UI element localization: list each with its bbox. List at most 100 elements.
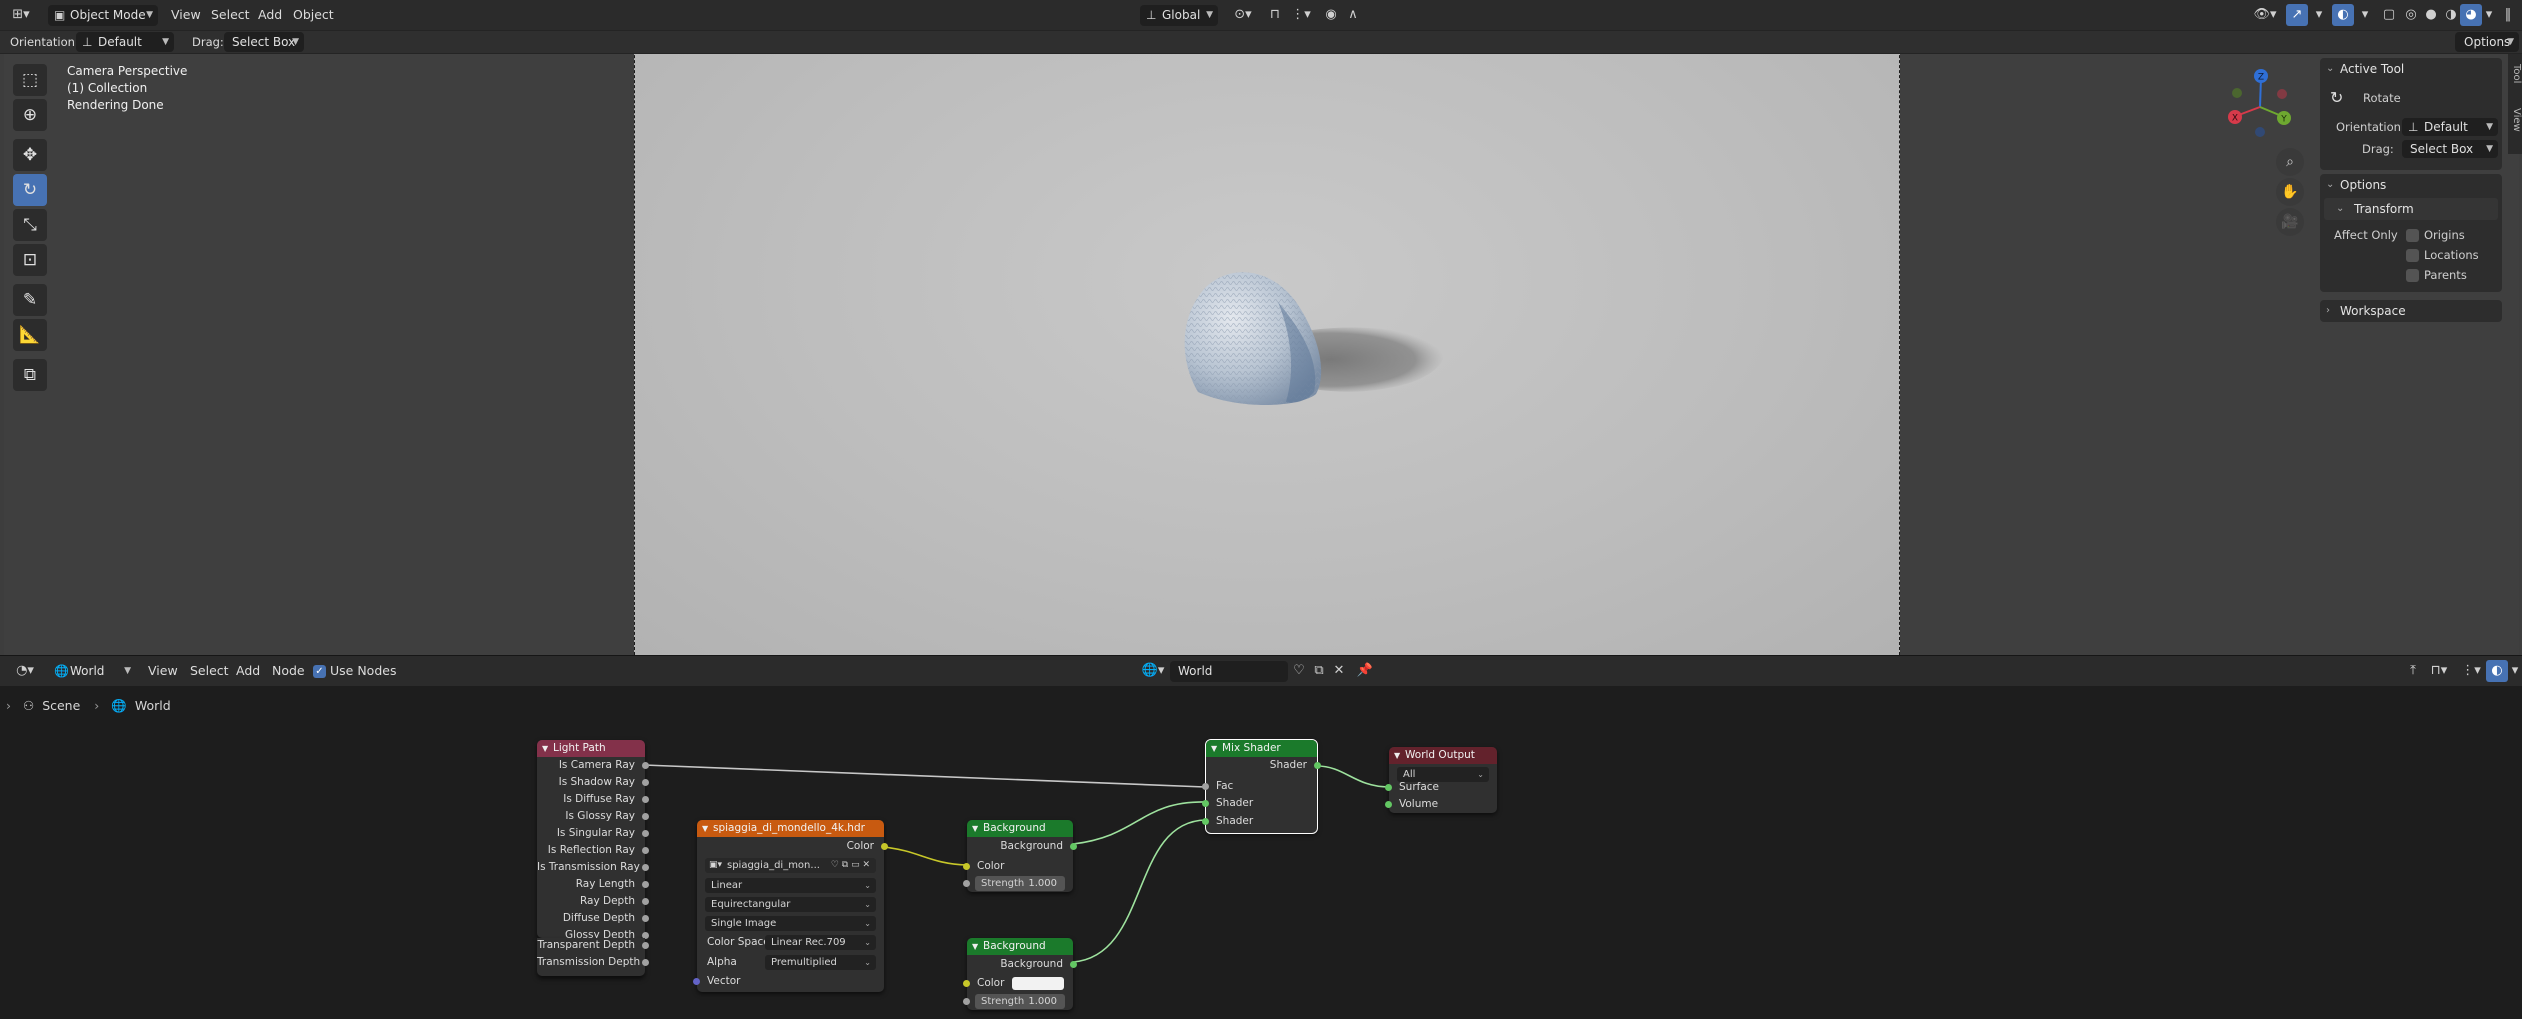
color-space-dropdown[interactable]: Linear Rec.709 ⌄ [765, 935, 876, 950]
output-socket[interactable] [642, 942, 649, 949]
overlay-dropdown-icon[interactable]: ▾ [2354, 4, 2376, 26]
input-socket[interactable] [1385, 784, 1392, 791]
pan-hand-icon[interactable]: ✋ [2276, 178, 2304, 206]
image-selector[interactable]: ▣▾ spiaggia_di_mon... ♡ ⧉ ▭ ✕ [705, 858, 876, 873]
camera-view-icon[interactable]: 🎥 [2276, 208, 2304, 236]
gizmo-dropdown-icon[interactable]: ▾ [2308, 4, 2330, 26]
menu-object[interactable]: Object [293, 4, 334, 26]
color-swatch[interactable] [1012, 977, 1064, 990]
gizmo-neg-z[interactable] [2255, 127, 2265, 137]
3d-viewport[interactable]: ⊞▾ ▣ Object Mode ▼ View Select Add Objec… [0, 0, 2522, 655]
overlay-toggle-icon[interactable]: ◐ [2332, 4, 2354, 26]
world-output-header[interactable]: ▼ World Output [1389, 747, 1497, 764]
measure-tool[interactable]: 📐 [13, 319, 47, 351]
shading-wireframe-icon[interactable]: ◎ [2400, 4, 2422, 26]
input-socket[interactable] [963, 863, 970, 870]
scale-tool[interactable]: ⤡ [13, 209, 47, 241]
active-tool-drag-dropdown[interactable]: Select Box ▼ [2402, 140, 2498, 158]
interpolation-dropdown[interactable]: Linear ⌄ [705, 878, 876, 893]
shading-dropdown-icon[interactable]: ▾ [2482, 4, 2496, 26]
transform-orientation-dropdown[interactable]: ⊥ Global ▼ [1140, 5, 1218, 26]
visibility-icon[interactable]: 👁▾ [2250, 4, 2280, 26]
world-output-node[interactable]: ▼ World Output All ⌄ Surface Volume [1385, 747, 1497, 813]
background-node-1[interactable]: ▼ Background Background Color Strength 1… [963, 820, 1077, 892]
add-cube-tool[interactable]: ⧉ [13, 359, 47, 391]
input-socket[interactable] [963, 880, 970, 887]
gizmo-toggle-icon[interactable]: ↗ [2286, 4, 2308, 26]
shader-node-editor[interactable]: ◔▾ 🌐 World ▼ View Select Add Node ✓ Use … [0, 656, 2522, 1019]
output-socket[interactable] [642, 796, 649, 803]
options-header[interactable]: ⌄ Options [2320, 174, 2502, 196]
origins-checkbox[interactable] [2406, 229, 2419, 242]
cursor-tool[interactable]: ⊕ [13, 99, 47, 131]
output-socket[interactable] [642, 915, 649, 922]
rock-object[interactable] [1178, 262, 1328, 407]
input-socket[interactable] [963, 980, 970, 987]
background-header[interactable]: ▼ Background [967, 820, 1073, 837]
output-socket[interactable] [1070, 961, 1077, 968]
navigation-gizmo[interactable]: Z Y X [2222, 63, 2302, 145]
pause-render-icon[interactable]: ‖ [2500, 4, 2516, 26]
editor-type-icon[interactable]: ⊞▾ [4, 4, 38, 26]
mix-shader-node[interactable]: ▼ Mix Shader Shader Fac Shader Shader [1202, 739, 1321, 834]
mix-shader-header[interactable]: ▼ Mix Shader [1206, 740, 1317, 757]
input-socket[interactable] [1385, 801, 1392, 808]
input-socket[interactable] [1202, 783, 1209, 790]
input-socket[interactable] [1202, 800, 1209, 807]
output-socket[interactable] [642, 898, 649, 905]
menu-add[interactable]: Add [258, 4, 282, 26]
shading-solid-icon[interactable]: ● [2420, 4, 2442, 26]
background-node-2[interactable]: ▼ Background Background Color Strength 1… [963, 938, 1077, 1010]
pivot-point-icon[interactable]: ⊙▾ [1228, 4, 1258, 26]
select-box-tool[interactable]: ⬚ [13, 64, 47, 96]
output-socket[interactable] [642, 813, 649, 820]
tool-orientation-dropdown[interactable]: ⊥ Default ▼ [76, 32, 174, 52]
strength-field[interactable]: Strength 1.000 [963, 994, 1065, 1009]
workspace-header[interactable]: › Workspace [2320, 300, 2502, 322]
locations-checkbox[interactable] [2406, 249, 2419, 262]
projection-dropdown[interactable]: Equirectangular ⌄ [705, 897, 876, 912]
output-socket[interactable] [642, 762, 649, 769]
background-header[interactable]: ▼ Background [967, 938, 1073, 955]
rotate-tool[interactable]: ↻ [13, 174, 47, 206]
output-socket[interactable] [642, 830, 649, 837]
parents-checkbox[interactable] [2406, 269, 2419, 282]
snap-target-icon[interactable]: ⋮▾ [1286, 4, 1316, 26]
alpha-dropdown[interactable]: Premultiplied ⌄ [765, 955, 876, 970]
transform-subpanel-header[interactable]: ⌄ Transform [2324, 198, 2498, 220]
source-dropdown[interactable]: Single Image ⌄ [705, 916, 876, 931]
shading-material-icon[interactable]: ◑ [2440, 4, 2462, 26]
tab-view[interactable]: View [2508, 108, 2522, 132]
image-actions-icon[interactable]: ♡ ⧉ ▭ ✕ [831, 858, 870, 873]
output-socket[interactable] [642, 881, 649, 888]
output-socket[interactable] [1070, 843, 1077, 850]
output-socket[interactable] [642, 779, 649, 786]
environment-texture-node[interactable]: ▼ spiaggia_di_mondello_4k.hdr Color ▣▾ s… [693, 820, 888, 992]
gizmo-neg-y[interactable] [2232, 88, 2242, 98]
input-socket[interactable] [1202, 818, 1209, 825]
light-path-node[interactable]: ▼ Light Path Is Camera Ray Is Shadow Ray… [537, 740, 649, 941]
falloff-icon[interactable]: ∧ [1342, 4, 1364, 26]
menu-select[interactable]: Select [211, 4, 250, 26]
drag-dropdown[interactable]: Select Box ▼ [224, 32, 304, 52]
workspace-section[interactable]: › Workspace [2320, 300, 2502, 322]
output-socket[interactable] [1314, 762, 1321, 769]
strength-field[interactable]: Strength 1.000 [963, 876, 1065, 891]
move-tool[interactable]: ✥ [13, 139, 47, 171]
active-tool-header[interactable]: ⌄ Active Tool [2320, 58, 2502, 80]
proportional-edit-icon[interactable]: ◉ [1320, 4, 1342, 26]
annotate-tool[interactable]: ✎ [13, 284, 47, 316]
menu-view[interactable]: View [171, 4, 201, 26]
gizmo-neg-x[interactable] [2277, 89, 2287, 99]
input-socket[interactable] [963, 998, 970, 1005]
zoom-icon[interactable]: ⌕ [2276, 148, 2304, 176]
mode-dropdown[interactable]: ▣ Object Mode ▼ [48, 5, 158, 26]
active-tool-orientation-dropdown[interactable]: ⊥ Default ▼ [2402, 118, 2498, 136]
env-texture-header[interactable]: ▼ spiaggia_di_mondello_4k.hdr [697, 820, 884, 837]
output-socket[interactable] [642, 864, 649, 871]
output-socket[interactable] [642, 959, 649, 966]
snap-icon[interactable]: ⊓ [1264, 4, 1286, 26]
options-dropdown[interactable]: Options ▼ [2455, 32, 2519, 52]
input-socket[interactable] [693, 978, 700, 985]
transform-tool[interactable]: ⊡ [13, 244, 47, 276]
